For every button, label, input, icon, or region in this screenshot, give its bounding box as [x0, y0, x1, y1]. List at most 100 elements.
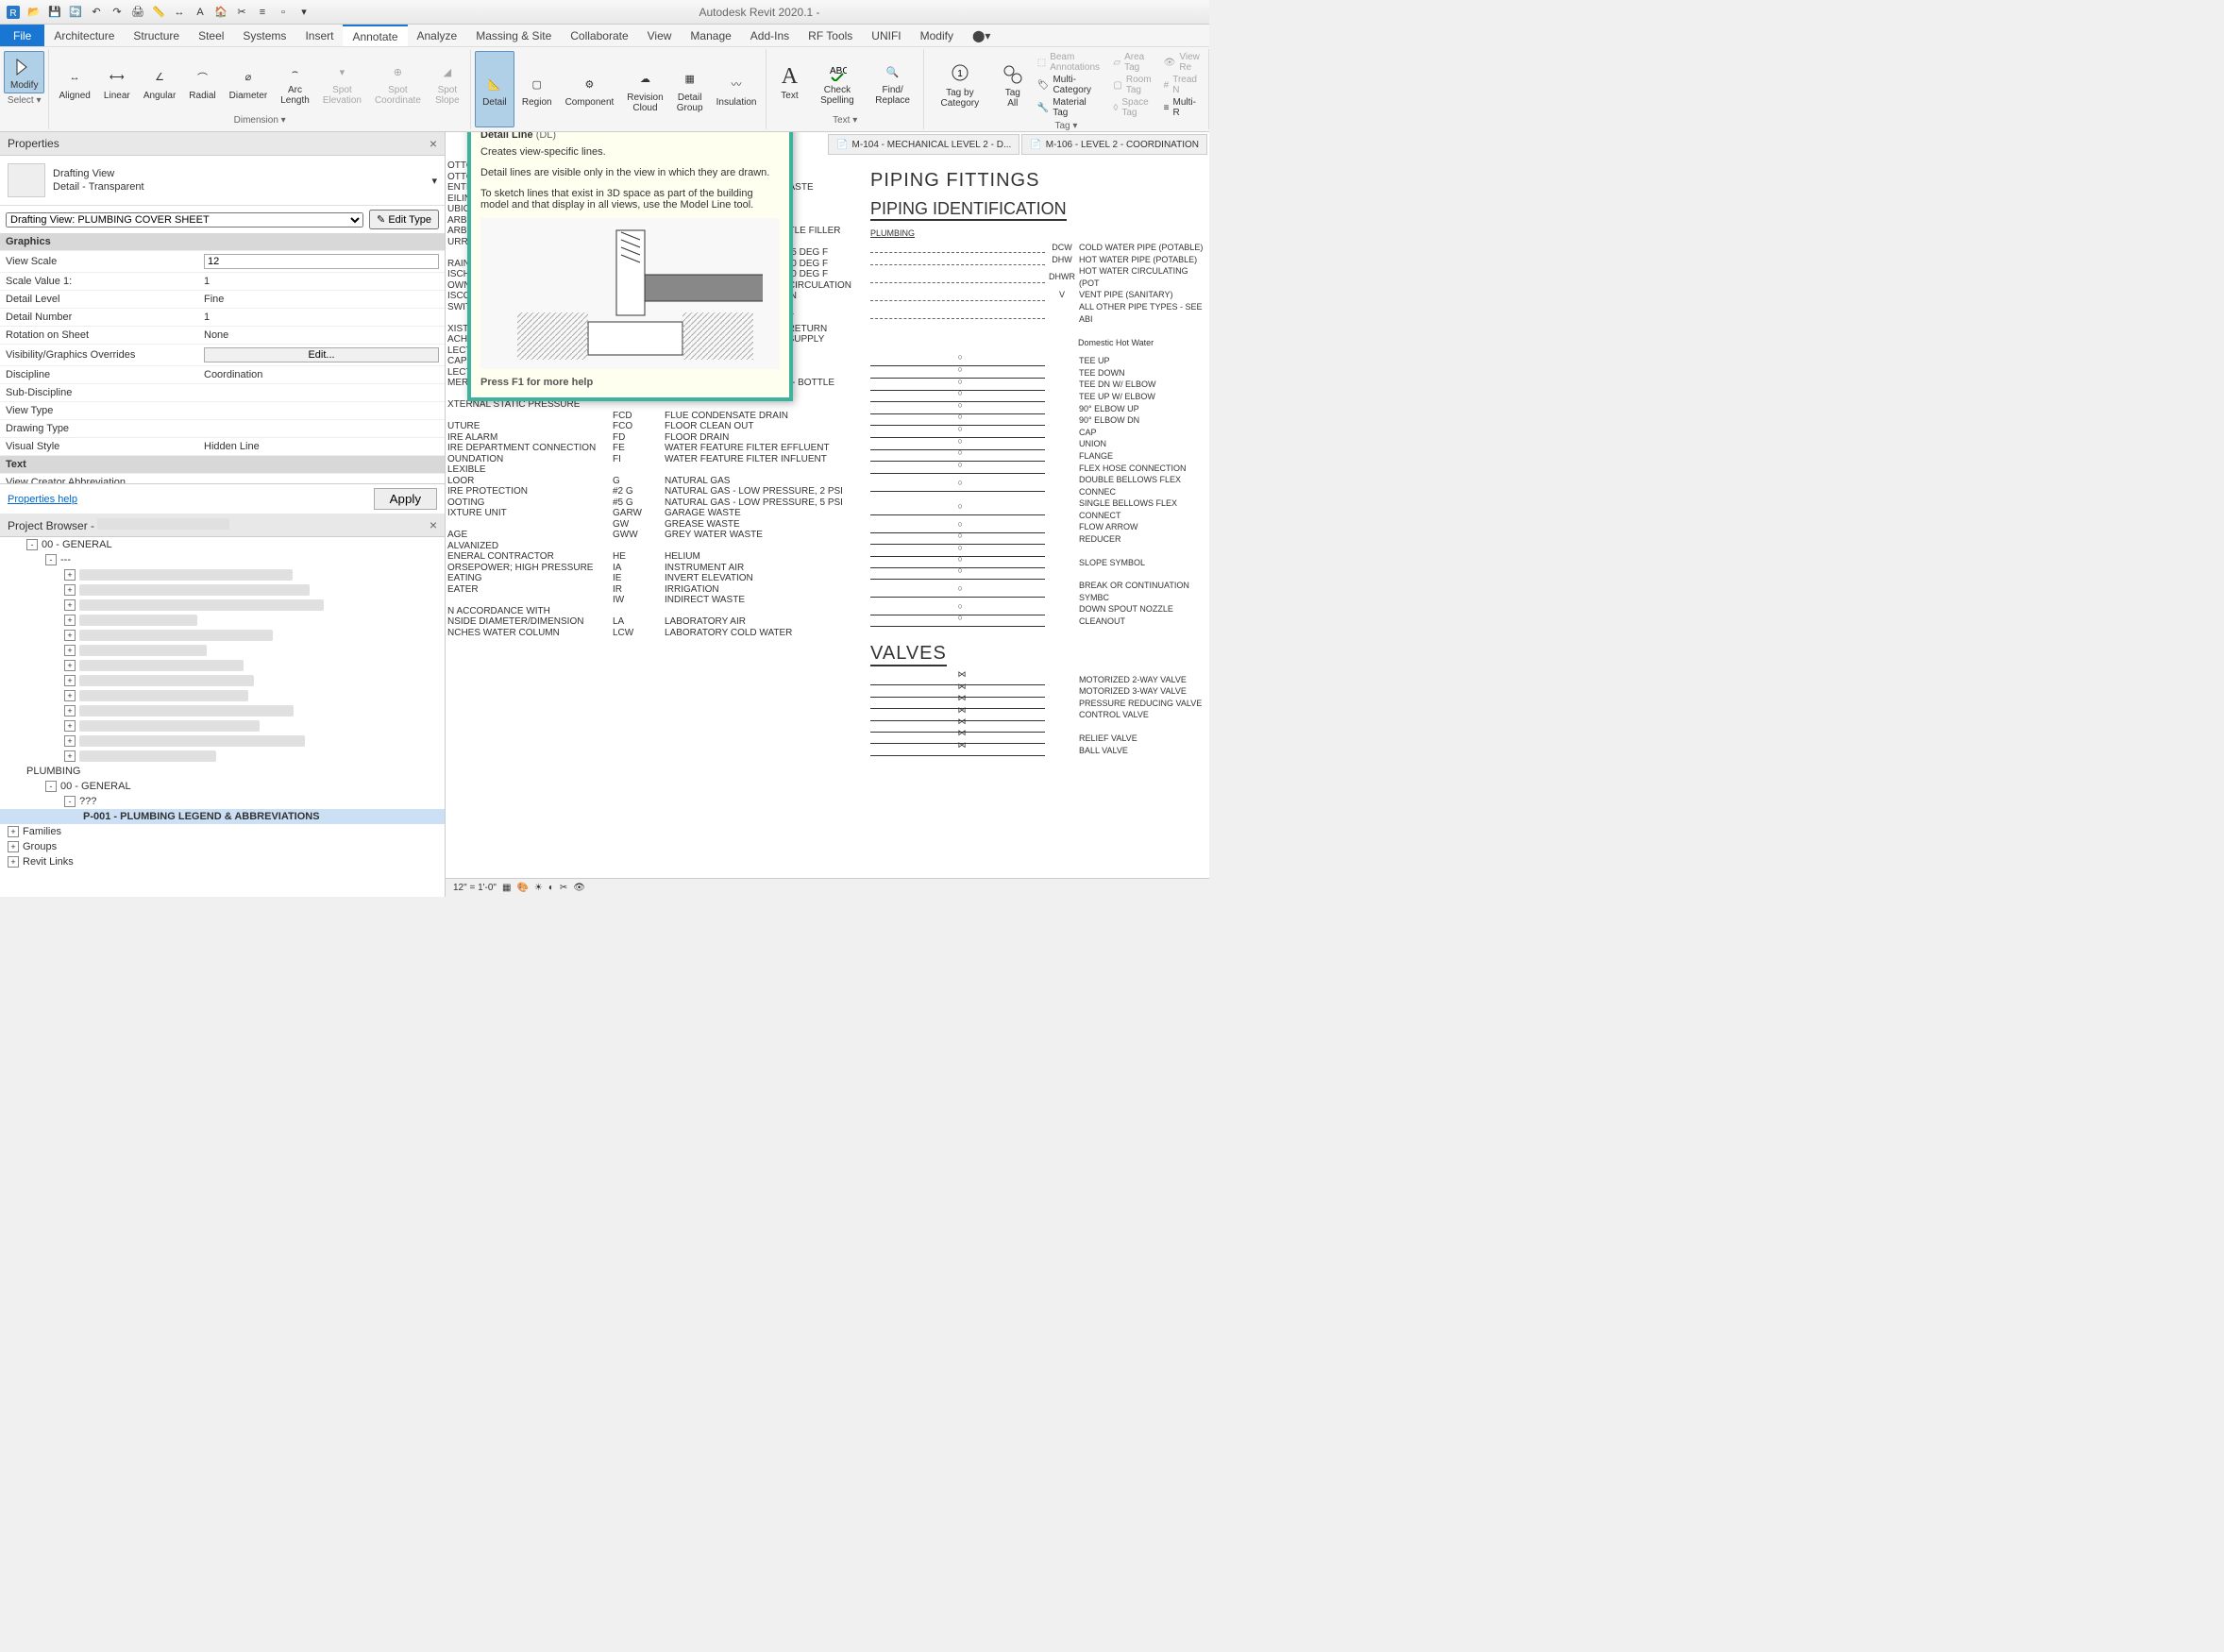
tab-structure[interactable]: Structure: [124, 25, 189, 46]
property-row[interactable]: View Creator Abbreviation: [0, 474, 445, 483]
tab-unifi[interactable]: UNIFI: [862, 25, 910, 46]
tree-toggle-icon[interactable]: +: [8, 826, 19, 837]
dimension-group-label[interactable]: Dimension ▾: [53, 113, 465, 127]
tree-toggle-icon[interactable]: -: [45, 781, 57, 792]
open-icon[interactable]: 📂: [25, 3, 43, 22]
sync-icon[interactable]: 🔄: [66, 3, 85, 22]
graphics-category[interactable]: Graphics: [0, 233, 445, 251]
tree-item[interactable]: +: [0, 613, 445, 628]
tab-rftools[interactable]: RF Tools: [799, 25, 862, 46]
tree-toggle-icon[interactable]: +: [64, 569, 76, 581]
tree-toggle-icon[interactable]: -: [45, 554, 57, 565]
close-icon[interactable]: ×: [430, 517, 437, 532]
tree-toggle-icon[interactable]: +: [64, 615, 76, 626]
property-row[interactable]: DisciplineCoordination: [0, 366, 445, 384]
print-icon[interactable]: 🖨: [128, 3, 147, 22]
tree-toggle-icon[interactable]: -: [26, 539, 38, 550]
visual-style-icon[interactable]: 🎨: [516, 883, 528, 893]
tab-annotate[interactable]: Annotate: [343, 25, 407, 46]
detail-button[interactable]: 📐Detail: [475, 51, 514, 127]
tab-view[interactable]: View: [638, 25, 682, 46]
tree-item[interactable]: +: [0, 598, 445, 613]
property-row[interactable]: Sub-Discipline: [0, 384, 445, 402]
text-category[interactable]: Text: [0, 456, 445, 474]
tree-item[interactable]: +: [0, 628, 445, 643]
tab-manage[interactable]: Manage: [681, 25, 740, 46]
property-row[interactable]: View Type: [0, 402, 445, 420]
find-replace-button[interactable]: 🔍 Find/ Replace: [866, 51, 919, 113]
tree-toggle-icon[interactable]: +: [64, 675, 76, 686]
tree-toggle-icon[interactable]: +: [64, 645, 76, 656]
tree-item[interactable]: +: [0, 582, 445, 598]
text-icon[interactable]: A: [191, 3, 210, 22]
chevron-down-icon[interactable]: ▾: [431, 175, 437, 187]
tab-collaborate[interactable]: Collaborate: [561, 25, 637, 46]
tree-item[interactable]: +: [0, 688, 445, 703]
thin-lines-icon[interactable]: ≡: [253, 3, 272, 22]
view-tab[interactable]: 📄M-106 - LEVEL 2 - COORDINATION: [1021, 134, 1207, 155]
property-row[interactable]: View Scale: [0, 251, 445, 273]
room-tag-button[interactable]: ▢Room Tag: [1109, 74, 1157, 96]
project-browser-tree[interactable]: -00 - GENERAL----+++++++++++++PLUMBING-0…: [0, 537, 445, 897]
radial-button[interactable]: ⌒Radial: [183, 51, 221, 113]
tree-item[interactable]: +Revit Links: [0, 854, 445, 869]
revision-cloud-button[interactable]: ☁RevisionCloud: [621, 51, 668, 127]
measure-icon[interactable]: 📏: [149, 3, 168, 22]
tree-item[interactable]: +: [0, 749, 445, 764]
tree-toggle-icon[interactable]: +: [64, 705, 76, 716]
section-icon[interactable]: ✂: [232, 3, 251, 22]
angular-button[interactable]: ∠Angular: [138, 51, 181, 113]
tab-architecture[interactable]: Architecture: [44, 25, 124, 46]
tree-item[interactable]: +Groups: [0, 839, 445, 854]
tree-item[interactable]: +: [0, 703, 445, 718]
tab-insert[interactable]: Insert: [295, 25, 343, 46]
shadows-icon[interactable]: ◐: [548, 883, 554, 893]
tree-toggle-icon[interactable]: +: [8, 841, 19, 852]
property-row[interactable]: Detail Number1: [0, 309, 445, 327]
tree-item[interactable]: -???: [0, 794, 445, 809]
tree-item[interactable]: PLUMBING: [0, 764, 445, 779]
edit-type-button[interactable]: ✎ Edit Type: [369, 210, 439, 229]
beam-annotations-button[interactable]: ⬚Beam Annotations: [1034, 51, 1108, 74]
instance-selector[interactable]: Drafting View: PLUMBING COVER SHEET: [6, 212, 363, 228]
diameter-button[interactable]: ⌀Diameter: [224, 51, 274, 113]
tree-toggle-icon[interactable]: +: [64, 690, 76, 701]
tree-toggle-icon[interactable]: -: [64, 796, 76, 807]
hide-icon[interactable]: 👁: [573, 883, 585, 893]
select-group-label[interactable]: Select ▾: [4, 93, 44, 108]
multi-category-button[interactable]: 🏷Multi-Category: [1034, 74, 1108, 96]
tree-toggle-icon[interactable]: +: [64, 599, 76, 611]
scale-label[interactable]: 12" = 1'-0": [453, 883, 497, 893]
tree-item[interactable]: +: [0, 643, 445, 658]
tab-massingsite[interactable]: Massing & Site: [466, 25, 561, 46]
tree-item[interactable]: P-001 - PLUMBING LEGEND & ABBREVIATIONS: [0, 809, 445, 824]
text-group-label[interactable]: Text ▾: [770, 113, 918, 127]
revit-icon[interactable]: R: [4, 3, 23, 22]
tab-addins[interactable]: Add-Ins: [741, 25, 799, 46]
redo-icon[interactable]: ↷: [108, 3, 126, 22]
tree-item[interactable]: +Families: [0, 824, 445, 839]
property-row[interactable]: Detail LevelFine: [0, 291, 445, 309]
spot-coordinate-button[interactable]: ⊕SpotCoordinate: [369, 51, 427, 113]
file-menu[interactable]: File: [0, 25, 44, 46]
multi-rebar-button[interactable]: ≡Multi- R: [1160, 96, 1205, 119]
tree-item[interactable]: +: [0, 733, 445, 749]
modify-button[interactable]: Modify: [4, 51, 44, 93]
tree-toggle-icon[interactable]: +: [64, 735, 76, 747]
sun-path-icon[interactable]: ☀: [534, 883, 543, 893]
save-icon[interactable]: 💾: [45, 3, 64, 22]
edit-button[interactable]: Edit...: [204, 347, 439, 362]
insulation-button[interactable]: 〰Insulation: [711, 51, 763, 127]
tab-steel[interactable]: Steel: [189, 25, 233, 46]
view-reference-button[interactable]: 👁View Re: [1160, 51, 1205, 74]
tree-toggle-icon[interactable]: +: [64, 584, 76, 596]
view-tab[interactable]: 📄M-104 - MECHANICAL LEVEL 2 - D...: [828, 134, 1019, 155]
property-input[interactable]: [204, 254, 439, 269]
close-views-icon[interactable]: ▫: [274, 3, 293, 22]
properties-help-link[interactable]: Properties help: [8, 494, 366, 505]
tree-item[interactable]: +: [0, 658, 445, 673]
check-spelling-button[interactable]: ABC Check Spelling: [810, 57, 864, 108]
tree-item[interactable]: +: [0, 718, 445, 733]
tree-toggle-icon[interactable]: +: [64, 660, 76, 671]
3d-icon[interactable]: 🏠: [211, 3, 230, 22]
